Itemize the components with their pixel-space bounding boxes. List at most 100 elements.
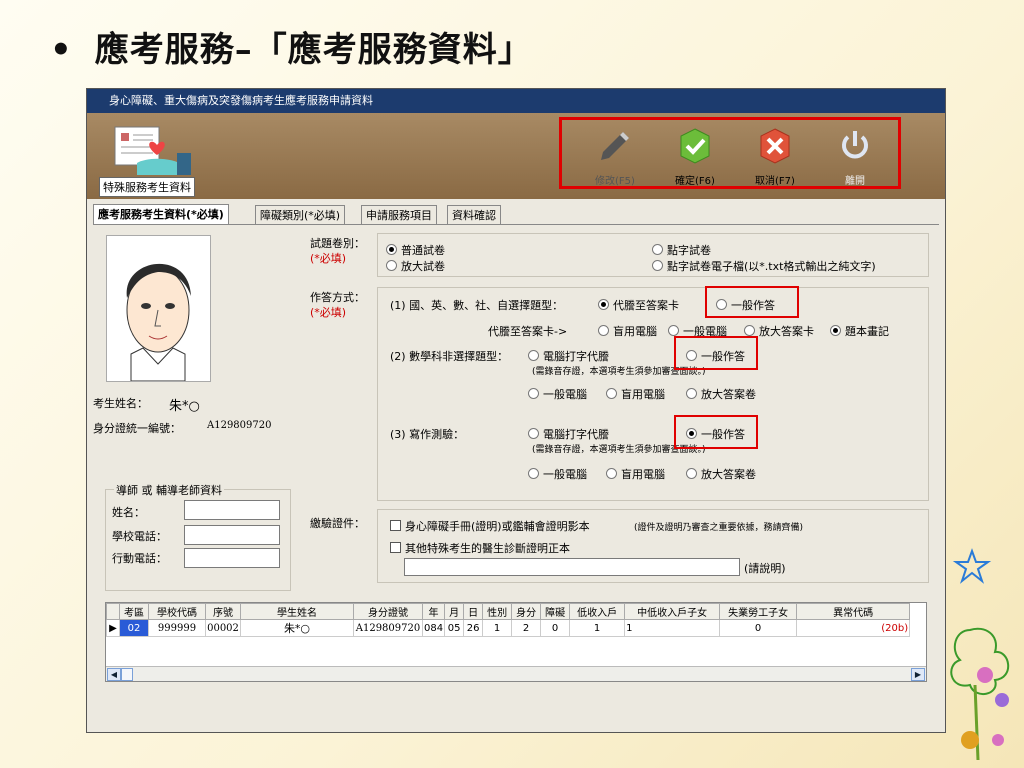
q3-typing-option[interactable]: 電腦打字代謄 <box>528 426 609 442</box>
paper-braille-file-option[interactable]: 點字試卷電子檔(以*.txt格式輸出之純文字) <box>652 258 876 274</box>
col-header[interactable]: 低收入戶 <box>569 603 626 620</box>
paper-braille-option[interactable]: 點字試卷 <box>652 242 711 258</box>
cell[interactable]: 朱*○ <box>240 619 354 637</box>
cell[interactable]: (20b) <box>796 619 911 637</box>
cell[interactable]: 084 <box>421 619 446 637</box>
scroll-right-icon[interactable]: ▶ <box>911 668 925 681</box>
confirm-button[interactable]: 確定(F6) <box>660 126 730 187</box>
q1-sub-label: 代謄至答案卡-> <box>488 325 568 338</box>
power-icon <box>842 131 868 159</box>
q3-blind-pc[interactable]: 盲用電腦 <box>606 466 665 482</box>
teacher-name-input[interactable] <box>184 500 280 520</box>
table-row[interactable]: ▶ 02 999999 00002 朱*○ A129809720 084 05 … <box>106 619 911 637</box>
student-id-value: A129809720 <box>207 420 272 431</box>
col-header[interactable]: 異常代碼 <box>796 603 911 620</box>
student-name-label: 考生姓名： <box>93 397 148 410</box>
tab-applicant-data[interactable]: 應考服務考生資料(*必填) <box>93 204 229 226</box>
school-phone-input[interactable] <box>184 525 280 545</box>
col-header[interactable]: 身分證號 <box>353 603 423 620</box>
q3-general-pc[interactable]: 一般電腦 <box>528 466 587 482</box>
q3-large-sheet[interactable]: 放大答案卷 <box>686 466 756 482</box>
banner-label: 特殊服務考生資料 <box>99 177 195 197</box>
radio-icon <box>652 244 663 255</box>
col-header[interactable]: 中低收入戶子女 <box>624 603 721 620</box>
teacher-group: 導師 或 輔導老師資料 姓名： 學校電話： 行動電話： <box>105 482 291 591</box>
answer-method-label: 作答方式： <box>310 291 365 304</box>
answer-method-group: (1) 國、英、數、社、自選擇題型： 代謄至答案卡 一般作答 代謄至答案卡-> … <box>377 286 929 501</box>
paper-standard-option[interactable]: 普通試卷 <box>386 242 445 258</box>
cancel-label: 取消(F7) <box>755 176 795 187</box>
q2-general-pc[interactable]: 一般電腦 <box>528 386 587 402</box>
col-header[interactable]: 年 <box>421 603 446 620</box>
mobile-input[interactable] <box>184 548 280 568</box>
paper-braille-label: 點字試卷 <box>667 244 711 257</box>
scroll-left-icon[interactable]: ◀ <box>107 668 121 681</box>
paper-braille-file-label: 點字試卷電子檔(以*.txt格式輸出之純文字) <box>667 260 876 273</box>
bullet: • <box>50 30 73 70</box>
col-header[interactable]: 學校代碼 <box>148 603 206 620</box>
col-header[interactable]: 日 <box>463 603 484 620</box>
horizontal-scrollbar[interactable]: ◀ ▶ <box>106 666 926 681</box>
paper-enlarged-option[interactable]: 放大試卷 <box>386 258 445 274</box>
exit-button[interactable]: 離開 <box>820 126 890 187</box>
cell[interactable]: 00002 <box>205 619 241 637</box>
confirm-label: 確定(F6) <box>675 176 715 187</box>
student-grid: 考區 學校代碼 序號 學生姓名 身分證號 年 月 日 性別 身分 障礙 低收入戶… <box>105 602 927 682</box>
cell[interactable]: 999999 <box>148 619 206 637</box>
q3-typing-label: 電腦打字代謄 <box>543 428 609 441</box>
q2-typing-option[interactable]: 電腦打字代謄 <box>528 348 609 364</box>
doc-diagnosis-label: 其他特殊考生的醫生診斷證明正本 <box>405 542 570 555</box>
col-header[interactable]: 序號 <box>205 603 241 620</box>
explain-input[interactable] <box>404 558 740 576</box>
cell[interactable]: A129809720 <box>353 619 423 637</box>
app-window: 身心障礙、重大傷病及突發傷病考生應考服務申請資料 特殊服務考生資料 修改(F5) <box>86 88 946 733</box>
q2-large-sheet[interactable]: 放大答案卷 <box>686 386 756 402</box>
col-header[interactable]: 性別 <box>482 603 513 620</box>
exam-paper-required: (*必填) <box>310 252 347 265</box>
cell[interactable]: 2 <box>511 619 542 637</box>
student-table: 考區 學校代碼 序號 學生姓名 身分證號 年 月 日 性別 身分 障礙 低收入戶… <box>106 603 911 637</box>
applicant-form-icon <box>114 126 191 175</box>
cell[interactable]: 0 <box>540 619 571 637</box>
col-header[interactable]: 考區 <box>119 603 149 620</box>
modify-button[interactable]: 修改(F5) <box>580 126 650 187</box>
col-header[interactable]: 身分 <box>511 603 542 620</box>
col-header[interactable]: 失業勞工子女 <box>719 603 798 620</box>
cell[interactable]: 1 <box>624 619 721 637</box>
radio-icon <box>386 260 397 271</box>
radio-icon <box>528 428 539 439</box>
cell[interactable]: 0 <box>719 619 798 637</box>
cancel-button[interactable]: 取消(F7) <box>740 126 810 187</box>
table-header-row: 考區 學校代碼 序號 學生姓名 身分證號 年 月 日 性別 身分 障礙 低收入戶… <box>106 603 911 620</box>
doc-diagnosis-checkbox[interactable]: 其他特殊考生的醫生診斷證明正本 <box>390 540 570 556</box>
col-header[interactable]: 障礙 <box>540 603 571 620</box>
cell[interactable]: 26 <box>463 619 484 637</box>
tab-disability-type[interactable]: 障礙類別(*必填) <box>255 205 346 225</box>
radio-icon <box>598 299 609 310</box>
radio-icon <box>686 468 697 479</box>
student-name-value: 朱*○ <box>169 399 200 414</box>
paper-enlarged-label: 放大試卷 <box>401 260 445 273</box>
explain-label: (請說明) <box>744 562 786 575</box>
cell[interactable]: 05 <box>444 619 465 637</box>
tab-service-items[interactable]: 申請服務項目 <box>361 205 437 225</box>
radio-icon <box>686 388 697 399</box>
cell[interactable]: 1 <box>569 619 626 637</box>
radio-icon <box>830 325 841 336</box>
doc-handbook-checkbox[interactable]: 身心障礙手冊(證明)或鑑輔會證明影本 <box>390 518 590 534</box>
check-icon <box>680 128 710 164</box>
q2-blind-pc[interactable]: 盲用電腦 <box>606 386 665 402</box>
tab-confirm-data[interactable]: 資料確認 <box>447 205 501 225</box>
col-header[interactable]: 月 <box>444 603 465 620</box>
scroll-thumb[interactable] <box>121 668 133 681</box>
q2-blind-pc-label: 盲用電腦 <box>621 388 665 401</box>
mobile-label: 行動電話： <box>112 552 167 565</box>
school-phone-label: 學校電話： <box>112 530 167 543</box>
col-header[interactable]: 學生姓名 <box>240 603 354 620</box>
radio-icon <box>652 260 663 271</box>
q1-sub-blind-pc[interactable]: 盲用電腦 <box>598 323 657 339</box>
q1-sub-booklet-mark[interactable]: 題本畫記 <box>830 323 889 339</box>
q1-transcribe-option[interactable]: 代謄至答案卡 <box>598 297 679 313</box>
cell[interactable]: 1 <box>482 619 513 637</box>
cell[interactable]: 02 <box>119 619 149 637</box>
